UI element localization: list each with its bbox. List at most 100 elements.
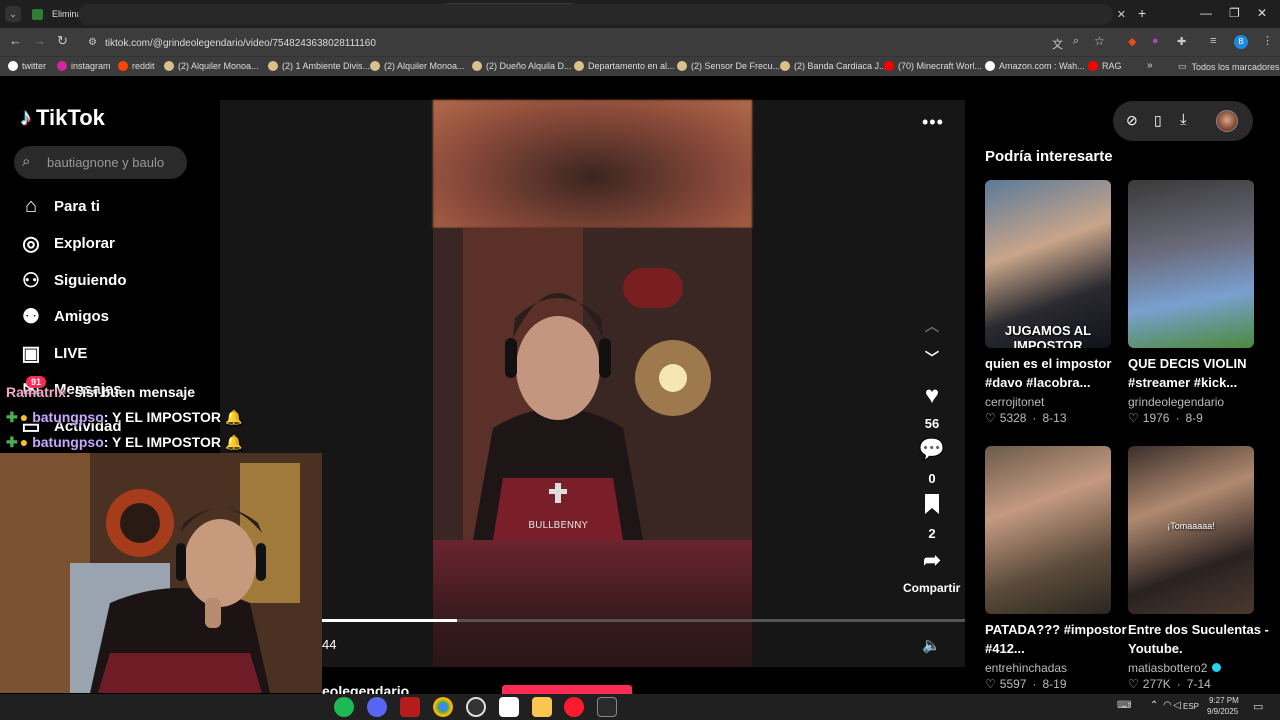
star-icon[interactable]: ☆ [1094,34,1105,48]
tab-search-button[interactable]: ⌄ [5,6,21,22]
recommended-video-thumbnail[interactable] [1128,180,1254,348]
comment-icon[interactable]: 💬 [914,438,950,462]
spotify-icon[interactable] [334,697,354,717]
url-text[interactable]: tiktok.com/@grindeolegendario/video/7548… [105,38,376,49]
chrome-icon[interactable] [433,697,453,717]
more-options-icon[interactable]: ••• [922,112,944,133]
like-icon[interactable]: ♥ [914,382,950,410]
bookmark-item[interactable]: (2) Sensor De Frecu... [677,61,780,71]
follow-button[interactable] [502,685,632,694]
close-window-button[interactable]: ✕ [1257,6,1267,20]
language-indicator[interactable]: ESP [1183,702,1199,711]
opera-icon[interactable] [564,697,584,717]
recommended-video-meta: ♡ 5328 · 8-13 [985,411,1067,425]
voicemeeter-icon[interactable] [400,697,420,717]
bookmark-item[interactable]: (70) Minecraft Worl... [884,61,982,71]
obs-icon[interactable] [466,697,486,717]
new-tab-button[interactable]: + [1138,5,1146,21]
recommended-video-author[interactable]: cerrojitonet [985,395,1044,409]
bookmark-icon [164,61,174,71]
clock-time[interactable]: 9:27 PM [1209,696,1239,705]
recommended-video-author[interactable]: grindeolegendario [1128,395,1224,409]
sidebar-item-siguiendo[interactable]: ⚇ Siguiendo [20,269,126,292]
previous-video-icon[interactable]: ︿ [914,316,950,336]
bookmark-item[interactable]: RAG [1088,61,1122,71]
user-avatar[interactable] [1216,110,1238,132]
recommended-video-author[interactable]: entrehinchadas [985,661,1067,675]
more-bookmarks-icon[interactable]: » [1147,60,1153,71]
speaker-icon[interactable]: ◁ [1173,700,1181,711]
recommended-video-thumbnail[interactable] [985,446,1111,614]
translate-icon[interactable]: 文 [1052,36,1063,52]
zoom-icon[interactable]: ⌕ [1073,35,1079,48]
sidebar-item-live[interactable]: ▣ LIVE [20,342,88,365]
recommended-video-title[interactable]: Entre dos Suculentas - Youtube. [1128,620,1278,658]
site-info-icon[interactable]: ⚙ [88,37,97,48]
sidebar-item-explorar[interactable]: ◎ Explorar [20,232,115,255]
bookmark-item[interactable]: (2) Alquiler Monoa... [164,61,259,71]
share-icon[interactable]: ➦ [914,548,950,573]
home-icon: ⌂ [24,194,38,217]
verified-icon [1212,663,1221,672]
bookmark-item[interactable]: (2) 1 Ambiente Divis... [268,61,370,71]
bookmark-label: RAG [1102,61,1122,71]
recommended-video-author[interactable]: matiasbottero2 [1128,661,1207,675]
download-icon[interactable]: ⤓ [1180,111,1187,128]
recommended-video-thumbnail[interactable]: ¡Tomaaaaa! [1128,446,1254,614]
forward-icon[interactable]: → [33,33,46,48]
bookmark-item[interactable]: (2) Dueño Alquila D... [472,61,572,71]
comment-count: 0 [928,471,936,486]
profile-avatar[interactable]: B [1234,35,1248,49]
bookmark-icon[interactable] [914,493,950,518]
extension-icon[interactable]: ● [1152,35,1159,47]
capcut-icon[interactable] [499,697,519,717]
tab-close-icon[interactable]: ✕ [1117,8,1126,21]
omnibox[interactable] [78,4,1113,25]
maximize-button[interactable]: ❐ [1229,6,1240,20]
bookmark-item[interactable]: Amazon.com : Wah... [985,61,1085,71]
bookmark-label: (2) Sensor De Frecu... [691,61,781,71]
extensions-puzzle-icon[interactable]: ✚ [1177,35,1186,48]
back-icon[interactable]: ← [9,33,22,48]
video-progress-bar[interactable] [322,619,965,622]
svg-text:BULLBENNY: BULLBENNY [528,520,588,531]
bookmark-item[interactable]: reddit [118,61,155,71]
clock-date[interactable]: 9/9/2025 [1207,707,1238,716]
wifi-icon[interactable]: ◠ [1163,700,1172,711]
recommended-video-thumbnail[interactable]: JUGAMOS AL IMPOSTOR [985,180,1111,348]
bookmark-item[interactable]: (2) Alquiler Monoa... [370,61,465,71]
bookmark-item[interactable]: Departamento en al... [574,61,675,71]
bookmark-item[interactable]: (2) Banda Cardiaca J... [780,61,887,71]
reload-icon[interactable]: ↻ [57,33,68,49]
discord-icon[interactable] [367,697,387,717]
all-bookmarks[interactable]: ▭ Todos los marcadores [1178,61,1280,72]
bookmark-item[interactable]: instagram [57,61,111,71]
keyboard-icon[interactable]: ⌨ [1117,700,1131,711]
tiktok-logo[interactable]: ♪ TikTok [20,104,105,132]
video-time: 44 [322,637,337,652]
sidebar-item-para-ti[interactable]: ⌂ Para ti [20,195,100,217]
extension-icon[interactable]: ◆ [1128,35,1136,48]
minimize-button[interactable]: — [1200,6,1212,20]
recommended-video-title[interactable]: quien es el impostor #davo #lacobra... [985,354,1135,392]
plus-badge-icon: ✚ [6,409,18,425]
bell-emote-icon: 🔔 [224,409,243,425]
next-video-icon[interactable]: ﹀ [914,348,950,368]
explorer-icon[interactable] [532,697,552,717]
notifications-icon[interactable]: ▭ [1253,700,1263,713]
mobile-app-icon[interactable]: ▯ [1154,112,1162,129]
coin-icon[interactable]: ⊘ [1126,112,1138,129]
video-progress-fill [322,619,458,622]
tray-chevron-icon[interactable]: ⌃ [1150,700,1158,711]
volume-icon[interactable]: 🔈 [922,636,941,654]
sidebar-item-amigos[interactable]: ⚉ Amigos [20,305,109,328]
menu-icon[interactable]: ⋮ [1262,34,1273,47]
friends-icon: ⚉ [22,305,40,328]
recommended-video-title[interactable]: PATADA??? #impostor #412... [985,620,1135,658]
media-icon[interactable]: ≡ [1210,35,1216,47]
bookmark-item[interactable]: twitter [8,61,46,71]
bookmark-icon [268,61,278,71]
recommendations-title: Podría interesarte [985,148,1113,165]
epic-games-icon[interactable] [597,697,617,717]
recommended-video-title[interactable]: QUE DECIS VIOLIN #streamer #kick... [1128,354,1278,392]
